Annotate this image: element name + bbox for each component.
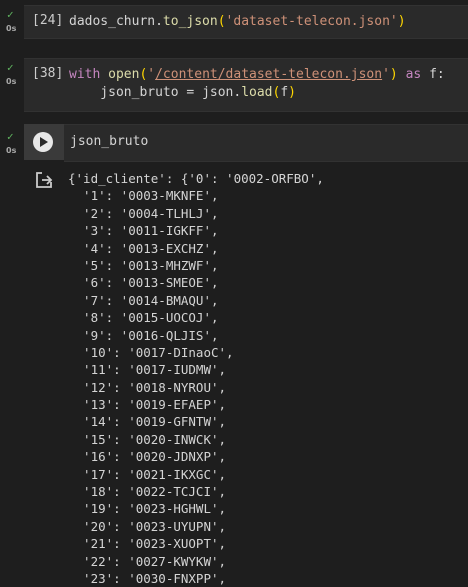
output-line: '19': '0023-HGHWL', <box>68 501 227 517</box>
code-token: ( <box>217 14 226 29</box>
output-line: '18': '0022-TCJCI', <box>68 484 227 500</box>
output-line: '1': '0003-MKNFE', <box>68 188 219 204</box>
code-line: with open('/content/dataset-telecon.json… <box>69 66 445 84</box>
execution-count: [24] <box>32 13 64 28</box>
output-line: '7': '0014-BMAQU', <box>68 292 219 308</box>
code-line: json_bruto = json.load(f) <box>69 84 445 102</box>
code-token: json_bruto <box>69 85 187 100</box>
output-line: '15': '0020-INWCK', <box>68 431 227 447</box>
output-line: '22': '0027-KWYKW', <box>68 553 227 569</box>
output-line: '8': '0015-UOCOJ', <box>68 310 219 326</box>
code-token: to_json <box>162 14 218 29</box>
code-token: 'dataset-telecon.json' <box>225 14 398 29</box>
output-redirect-icon[interactable] <box>35 171 55 189</box>
code-cell-1[interactable]: ✓ 0s [24] dados_churn.to_json('dataset-t… <box>0 5 468 39</box>
code-token: dados_churn <box>69 14 156 29</box>
output-line: '6': '0013-SMEOE', <box>68 275 219 291</box>
output-line: '17': '0021-IKXGC', <box>68 466 227 482</box>
output-line: {'id_cliente': {'0': '0002-ORFBO', <box>68 171 324 186</box>
output-line: '3': '0011-IGKFF', <box>68 223 219 239</box>
code-token: ) <box>389 67 406 82</box>
code-token: as <box>405 67 430 82</box>
output-line: '9': '0016-QLJIS', <box>68 327 219 343</box>
code-cell-2[interactable]: ✓ 0s [38] with open('/content/dataset-te… <box>0 58 468 112</box>
execution-time: 0s <box>6 77 17 86</box>
code-token: ) <box>397 14 406 29</box>
code-token: ) <box>288 85 296 100</box>
output-line: '2': '0004-TLHLJ', <box>68 205 219 221</box>
output-line: '20': '0023-UYUPN', <box>68 518 227 534</box>
code-text[interactable]: dados_churn.to_json('dataset-telecon.jso… <box>69 13 406 31</box>
cell-output: {'id_cliente': {'0': '0002-ORFBO', '1': … <box>68 170 324 587</box>
success-check-icon: ✓ <box>7 130 14 143</box>
success-check-icon: ✓ <box>7 61 14 74</box>
cell-gutter: ✓ 0s <box>0 58 22 110</box>
code-editor[interactable]: json_bruto <box>64 124 468 162</box>
success-check-icon: ✓ <box>7 8 14 21</box>
output-line: '4': '0013-EXCHZ', <box>68 240 219 256</box>
output-line: '12': '0018-NYROU', <box>68 379 227 395</box>
code-token: /content/dataset-telecon.json <box>155 67 383 82</box>
code-editor[interactable]: [38] with open('/content/dataset-telecon… <box>24 58 468 112</box>
code-token: open <box>108 67 140 82</box>
code-editor[interactable]: [24] dados_churn.to_json('dataset-teleco… <box>24 5 468 39</box>
run-play-icon[interactable] <box>33 132 53 152</box>
output-line: '11': '0017-IUDMW', <box>68 362 227 378</box>
output-line: '21': '0023-XUOPT', <box>68 536 227 552</box>
output-line: '10': '0017-DInaoC', <box>68 344 234 360</box>
code-token: ' <box>382 67 390 82</box>
execution-time: 0s <box>6 146 17 155</box>
cell-gutter: ✓ 0s <box>0 124 22 160</box>
code-token: with <box>69 67 109 82</box>
output-line: '23': '0030-FNXPP', <box>68 570 227 586</box>
code-token: f: <box>429 67 445 82</box>
code-token: json <box>202 85 234 100</box>
code-line: dados_churn.to_json('dataset-telecon.jso… <box>69 13 406 31</box>
execution-time: 0s <box>6 24 17 33</box>
code-token: load <box>241 85 273 100</box>
code-text[interactable]: with open('/content/dataset-telecon.json… <box>69 66 445 102</box>
output-line: '13': '0019-EFAEP', <box>68 397 227 413</box>
code-token: ' <box>147 67 156 82</box>
code-token: . <box>155 14 163 29</box>
code-token: = <box>186 85 203 100</box>
code-text[interactable]: json_bruto <box>70 134 148 149</box>
run-cell-button-area[interactable] <box>24 124 64 160</box>
execution-count: [38] <box>32 66 64 81</box>
output-line: '16': '0020-JDNXP', <box>68 449 227 465</box>
output-line: '14': '0019-GFNTW', <box>68 414 227 430</box>
cell-gutter: ✓ 0s <box>0 5 22 37</box>
output-line: '5': '0013-MHZWF', <box>68 257 219 273</box>
code-token: f <box>280 85 289 100</box>
